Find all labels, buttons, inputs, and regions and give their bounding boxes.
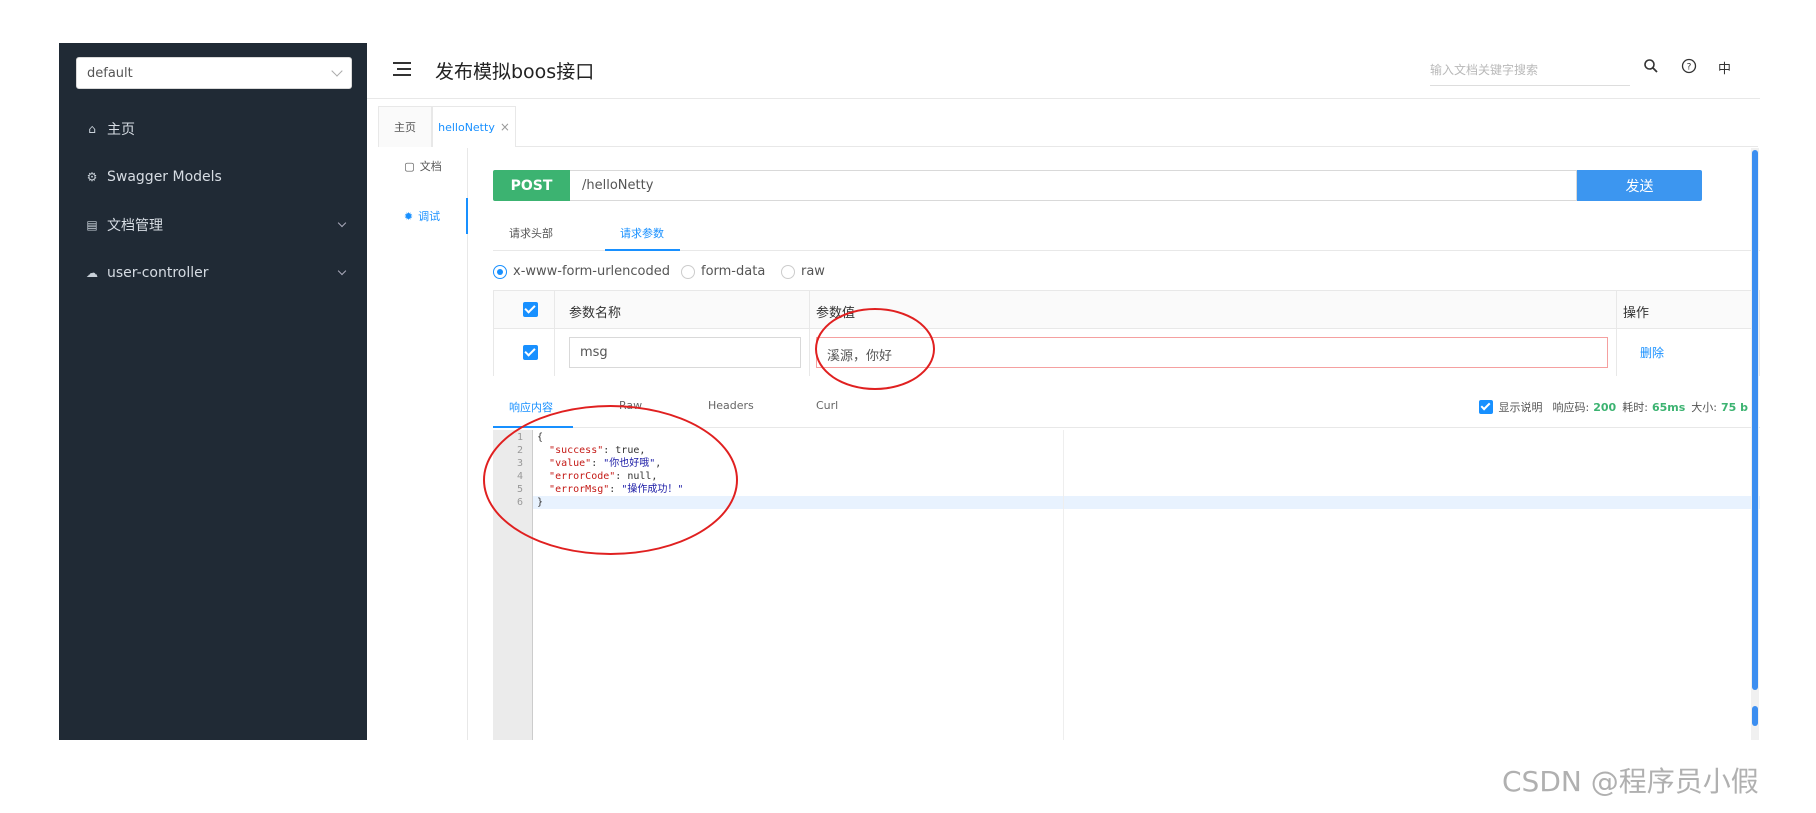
column-header-name: 参数名称: [569, 306, 622, 321]
table-header-row: 参数名称 参数值 操作: [494, 291, 1759, 329]
scrollbar-thumb[interactable]: [1752, 150, 1758, 690]
radio[interactable]: [781, 264, 795, 279]
group-select[interactable]: default: [76, 57, 352, 89]
annotation-circle: [815, 308, 935, 390]
svg-text:?: ?: [1687, 63, 1692, 73]
content-type-label: form-data: [701, 264, 766, 279]
sidebar-item-user-controller[interactable]: ☁ user-controller: [59, 249, 367, 297]
sidebar-item-label: Swagger Models: [107, 169, 222, 185]
content-type-form-data[interactable]: form-data: [681, 264, 765, 279]
url-input[interactable]: /helloNetty: [570, 170, 1577, 201]
show-desc-label: 显示说明: [1498, 401, 1543, 414]
sidebar: default ⌂ 主页 ⚙ Swagger Models ▤ 文档管理 ☁ u…: [59, 43, 367, 740]
menu-toggle-icon[interactable]: [393, 62, 411, 78]
param-name-input[interactable]: msg: [569, 337, 801, 368]
subnav-label: 文档: [419, 160, 442, 173]
content-type-label: raw: [801, 264, 825, 279]
param-value-input[interactable]: 溪源，你好: [816, 337, 1608, 368]
search-box: [1430, 56, 1630, 86]
params-table: 参数名称 参数值 操作 msg 溪源，你好 删除: [493, 290, 1760, 376]
active-tab-indicator: [605, 249, 680, 251]
sidebar-item-label: user-controller: [107, 265, 209, 281]
response-time: 65ms: [1651, 400, 1686, 414]
chevron-down-icon: [331, 65, 343, 77]
debug-icon: ✹: [403, 209, 414, 223]
tab-label: helloNetty: [438, 120, 495, 134]
status-label: 响应码:: [1552, 401, 1590, 414]
column-divider: [554, 291, 555, 376]
tab-request-headers[interactable]: 请求头部: [509, 225, 553, 241]
status-code: 200: [1593, 400, 1617, 414]
send-button[interactable]: 发送: [1577, 170, 1702, 201]
table-row: msg 溪源，你好 删除: [494, 329, 1759, 376]
subnav-document[interactable]: ▢ 文档: [378, 148, 468, 184]
column-header-op: 操作: [1623, 306, 1650, 321]
subnav-debug[interactable]: ✹ 调试: [378, 198, 468, 234]
help-icon[interactable]: ?: [1681, 58, 1697, 78]
radio[interactable]: [681, 264, 695, 279]
close-icon[interactable]: ×: [500, 120, 510, 134]
subnav-label: 调试: [418, 210, 441, 223]
size-label: 大小:: [1691, 401, 1717, 414]
tab-response-headers[interactable]: Headers: [708, 399, 754, 412]
request-tabs: 请求头部 请求参数: [493, 215, 1760, 251]
sidebar-item-home[interactable]: ⌂ 主页: [59, 105, 367, 153]
group-select-value: default: [87, 66, 133, 81]
sidebar-item-docs-manage[interactable]: ▤ 文档管理: [59, 201, 367, 249]
content-type-raw[interactable]: raw: [781, 264, 825, 279]
tab-hellonetty[interactable]: helloNetty ×: [432, 106, 516, 147]
page-title: 发布模拟boos接口: [435, 61, 595, 83]
header: 发布模拟boos接口 ? 中: [367, 43, 1760, 99]
tab-home[interactable]: 主页: [378, 106, 432, 147]
sidebar-item-label: 文档管理: [107, 218, 163, 234]
tab-response-curl[interactable]: Curl: [816, 399, 838, 412]
response-meta: 显示说明 响应码: 200 耗时: 65ms 大小: 75 b: [1478, 399, 1748, 415]
cloud-icon: ☁: [86, 266, 98, 280]
page-tabs: 主页 helloNetty ×: [378, 106, 1758, 147]
show-desc-checkbox[interactable]: [1478, 400, 1493, 414]
radio-selected[interactable]: [493, 264, 507, 279]
document-icon: ▢: [404, 159, 415, 173]
row-checkbox[interactable]: [523, 345, 538, 360]
sidebar-item-label: 主页: [107, 122, 135, 138]
delete-link[interactable]: 删除: [1640, 344, 1664, 361]
tab-response-content[interactable]: 响应内容: [509, 399, 553, 415]
http-method-badge: POST: [493, 170, 570, 201]
home-icon: ⌂: [88, 122, 96, 136]
sidebar-item-swagger-models[interactable]: ⚙ Swagger Models: [59, 153, 367, 201]
sidebar-menu: ⌂ 主页 ⚙ Swagger Models ▤ 文档管理 ☁ user-cont…: [59, 105, 367, 297]
chevron-down-icon: [337, 266, 347, 276]
print-margin: [1063, 430, 1064, 740]
language-switch[interactable]: 中: [1718, 58, 1731, 77]
search-input[interactable]: [1430, 56, 1630, 84]
watermark: CSDN @程序员小假: [1502, 765, 1759, 798]
doc-subnav: ▢ 文档 ✹ 调试: [378, 148, 468, 740]
scrollbar-thumb[interactable]: [1752, 706, 1758, 726]
docs-icon: ▤: [86, 218, 98, 232]
chevron-down-icon: [337, 218, 347, 228]
tab-request-params[interactable]: 请求参数: [620, 225, 664, 241]
column-divider: [809, 291, 810, 376]
models-icon: ⚙: [86, 170, 98, 184]
content-type-urlencoded[interactable]: x-www-form-urlencoded: [493, 264, 670, 279]
time-label: 耗时:: [1622, 401, 1648, 414]
content-type-label: x-www-form-urlencoded: [513, 264, 671, 279]
search-icon[interactable]: [1643, 58, 1659, 78]
select-all-checkbox[interactable]: [523, 302, 538, 317]
annotation-circle: [483, 405, 738, 555]
column-divider: [1616, 291, 1617, 376]
response-size: 75 b: [1720, 400, 1748, 414]
